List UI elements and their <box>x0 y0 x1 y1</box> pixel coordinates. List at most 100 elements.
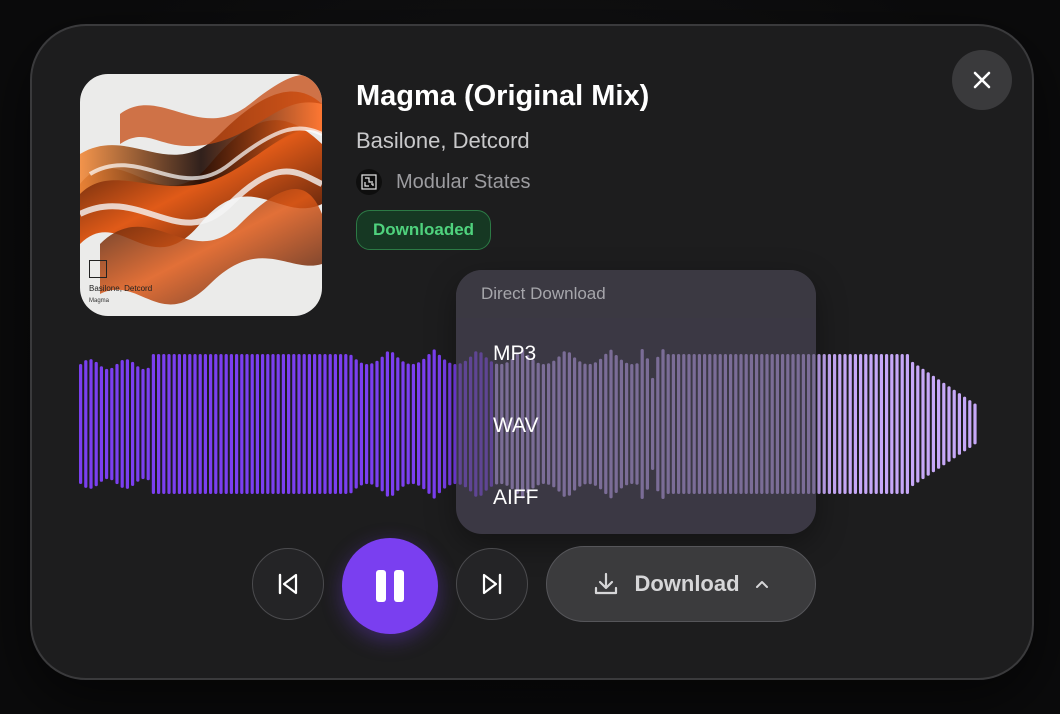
album-artwork: Basilone, Detcord Magma <box>80 74 322 316</box>
waveform-bar <box>193 354 197 494</box>
waveform-bar <box>937 379 941 469</box>
waveform-bar <box>188 354 192 494</box>
waveform-bar <box>853 354 857 494</box>
waveform-bar <box>219 354 223 494</box>
pause-icon <box>376 570 404 602</box>
waveform-bar <box>89 359 93 489</box>
waveform-bar <box>266 354 270 494</box>
skip-next-icon <box>482 573 502 595</box>
waveform-bar <box>905 354 909 494</box>
player-card: Basilone, Detcord Magma Magma (Original … <box>30 24 1034 680</box>
waveform-bar <box>942 382 946 466</box>
previous-track-button[interactable] <box>252 548 324 620</box>
waveform-bar <box>838 354 842 494</box>
waveform-bar <box>162 354 166 494</box>
artwork-label-logo <box>89 260 107 278</box>
waveform-bar <box>287 354 291 494</box>
waveform-bar <box>99 366 103 482</box>
waveform-bar <box>328 354 332 494</box>
waveform-bar <box>864 354 868 494</box>
waveform-bar <box>177 354 181 494</box>
waveform-bar <box>869 354 873 494</box>
waveform-bar <box>297 354 301 494</box>
waveform-bar <box>380 356 384 492</box>
waveform-bar <box>198 354 202 494</box>
waveform-bar <box>391 352 395 496</box>
label-logo-icon <box>356 169 382 195</box>
waveform-bar <box>890 354 894 494</box>
waveform-bar <box>250 354 254 494</box>
waveform-bar <box>957 393 961 455</box>
waveform-bar <box>427 354 431 494</box>
waveform-bar <box>261 354 265 494</box>
waveform-bar <box>921 368 925 480</box>
waveform-bar <box>874 354 878 494</box>
waveform-bar <box>817 354 821 494</box>
next-track-button[interactable] <box>456 548 528 620</box>
menu-item-mp3[interactable]: MP3 <box>456 318 816 390</box>
waveform-bar <box>911 361 915 487</box>
waveform-bar <box>281 354 285 494</box>
waveform-bar <box>292 354 296 494</box>
waveform-bar <box>172 354 176 494</box>
waveform-bar <box>432 349 436 499</box>
waveform-bar <box>947 386 951 462</box>
waveform-bar <box>84 360 88 488</box>
waveform-bar <box>401 361 405 487</box>
waveform-bar <box>120 360 124 488</box>
menu-item-aiff[interactable]: AIFF <box>456 462 816 534</box>
waveform-bar <box>323 354 327 494</box>
waveform-bar <box>235 354 239 494</box>
waveform-bar <box>443 359 447 489</box>
waveform-bar <box>895 354 899 494</box>
pause-button[interactable] <box>342 538 438 634</box>
waveform-bar <box>916 365 920 483</box>
waveform-bar <box>344 354 348 494</box>
chevron-up-icon <box>755 581 768 588</box>
waveform-bar <box>307 354 311 494</box>
waveform-bar <box>94 361 98 487</box>
waveform-bar <box>79 364 83 484</box>
waveform-bar <box>963 396 967 452</box>
waveform-bar <box>822 354 826 494</box>
waveform-bar <box>131 361 135 486</box>
menu-item-wav[interactable]: WAV <box>456 390 816 462</box>
waveform-bar <box>833 354 837 494</box>
waveform-bar <box>968 400 972 448</box>
waveform-bar <box>406 363 410 485</box>
waveform-bar <box>209 354 213 494</box>
waveform-bar <box>255 354 259 494</box>
waveform-bar <box>396 357 400 491</box>
close-button[interactable] <box>952 50 1012 110</box>
waveform-bar <box>302 354 306 494</box>
waveform-bar <box>110 367 114 481</box>
waveform-bar <box>146 367 150 481</box>
waveform-bar <box>333 354 337 494</box>
waveform-bar <box>370 363 374 485</box>
waveform-bar <box>973 403 977 445</box>
waveform-bar <box>926 372 930 476</box>
waveform-bar <box>375 360 379 488</box>
waveform-bar <box>349 354 353 494</box>
waveform-bar <box>105 368 109 480</box>
waveform-bar <box>848 354 852 494</box>
waveform-bar <box>417 362 421 486</box>
waveform-bar <box>141 368 145 480</box>
track-artists[interactable]: Basilone, Detcord <box>356 128 530 154</box>
waveform-bar <box>365 364 369 485</box>
download-button[interactable]: Download <box>546 546 816 622</box>
waveform-bar <box>879 354 883 494</box>
waveform-bar <box>931 375 935 473</box>
waveform-bar <box>167 354 171 494</box>
waveform-bar <box>900 354 904 494</box>
waveform-bar <box>827 354 831 494</box>
download-label: Download <box>634 571 740 596</box>
waveform-bar <box>422 358 426 490</box>
player-backdrop: Basilone, Detcord Magma Magma (Original … <box>0 0 1060 714</box>
waveform-bar <box>411 363 415 485</box>
artwork-credit: Basilone, Detcord <box>89 284 153 294</box>
label-row[interactable]: Modular States <box>356 169 531 195</box>
waveform-bar <box>385 351 389 497</box>
artwork-title: Magma <box>89 298 110 304</box>
skip-previous-icon <box>278 573 298 595</box>
